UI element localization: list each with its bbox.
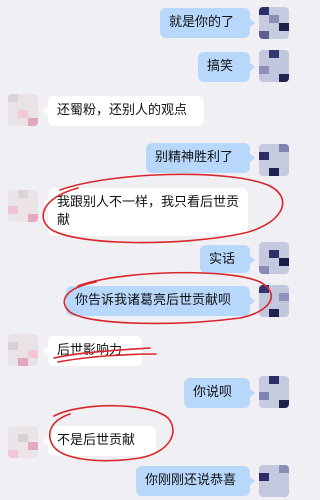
message-text: 就是你的了 bbox=[169, 15, 235, 30]
message-text: 后世影响力 bbox=[57, 343, 123, 358]
message-text: 你说呗 bbox=[193, 385, 233, 400]
avatar[interactable] bbox=[259, 144, 289, 176]
avatar[interactable] bbox=[259, 242, 289, 274]
message-text: 搞笑 bbox=[207, 59, 234, 74]
message-text: 别精神胜利了 bbox=[155, 150, 234, 165]
avatar[interactable] bbox=[259, 7, 289, 39]
message-text: 你刚刚还说恭喜 bbox=[145, 473, 237, 488]
message-bubble[interactable]: 搞笑 bbox=[198, 52, 255, 82]
message-text: 我跟别人不一样，我只看后世贡献 bbox=[57, 195, 240, 228]
avatar[interactable] bbox=[259, 465, 289, 497]
avatar[interactable] bbox=[8, 426, 38, 458]
message-bubble[interactable]: 不是后世贡献 bbox=[43, 426, 156, 456]
avatar[interactable] bbox=[8, 334, 38, 366]
annotation-overlay bbox=[42, 173, 284, 462]
message-bubble[interactable]: 就是你的了 bbox=[160, 8, 255, 38]
message-bubble[interactable]: 别精神胜利了 bbox=[146, 143, 255, 173]
message-bubble[interactable]: 实话 bbox=[200, 245, 255, 273]
avatar[interactable] bbox=[8, 190, 38, 222]
message-text: 实话 bbox=[209, 252, 236, 267]
avatar[interactable] bbox=[259, 50, 289, 82]
message-bubble[interactable]: 后世影响力 bbox=[43, 336, 142, 366]
message-text: 你告诉我诸葛亮后世贡献呗 bbox=[75, 293, 232, 308]
message-bubble[interactable]: 我跟别人不一样，我只看后世贡献 bbox=[43, 188, 248, 236]
message-bubble[interactable]: 你说呗 bbox=[184, 378, 255, 408]
message-bubble[interactable]: 还蜀粉，还别人的观点 bbox=[43, 96, 204, 126]
avatar[interactable] bbox=[8, 94, 38, 126]
message-text: 不是后世贡献 bbox=[57, 433, 136, 448]
message-bubble[interactable]: 你刚刚还说恭喜 bbox=[136, 466, 255, 496]
avatar[interactable] bbox=[259, 285, 289, 317]
message-text: 还蜀粉，还别人的观点 bbox=[57, 103, 188, 118]
avatar[interactable] bbox=[259, 376, 289, 408]
message-bubble[interactable]: 你告诉我诸葛亮后世贡献呗 bbox=[66, 286, 255, 316]
